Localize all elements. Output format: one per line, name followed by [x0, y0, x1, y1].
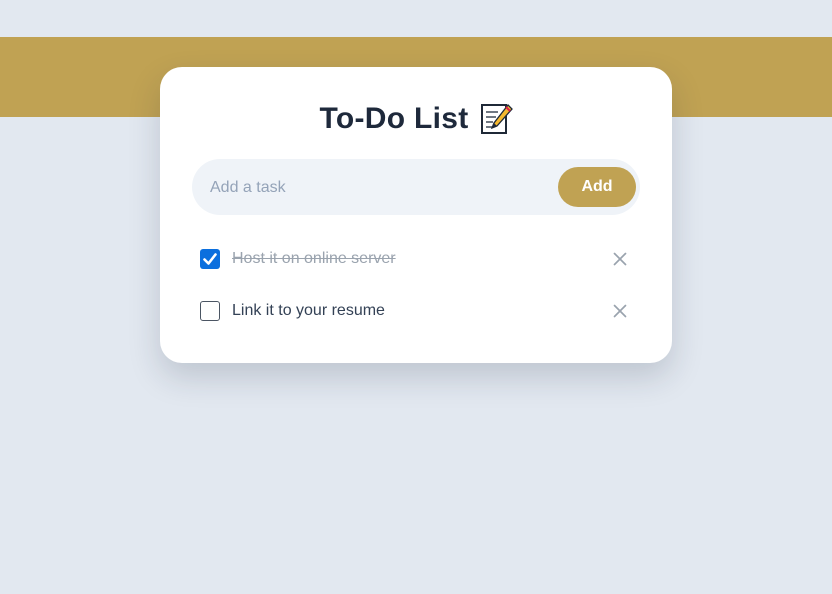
task-input[interactable]	[208, 169, 552, 207]
close-icon[interactable]	[612, 251, 628, 267]
page-title: To-Do List	[319, 102, 469, 135]
memo-icon	[479, 102, 513, 136]
todo-card: To-Do List Add Host it on o	[160, 67, 672, 363]
task-checkbox[interactable]	[200, 301, 220, 321]
close-icon[interactable]	[612, 303, 628, 319]
task-list: Host it on online server Link it to your…	[192, 233, 640, 337]
add-button[interactable]: Add	[558, 167, 636, 207]
task-text: Link it to your resume	[232, 302, 385, 319]
list-item: Host it on online server	[192, 233, 640, 285]
title-row: To-Do List	[160, 97, 672, 141]
task-checkbox[interactable]	[200, 249, 220, 269]
add-task-bar: Add	[192, 159, 640, 215]
checkmark-icon	[203, 253, 217, 265]
task-text: Host it on online server	[232, 250, 396, 267]
list-item: Link it to your resume	[192, 285, 640, 337]
